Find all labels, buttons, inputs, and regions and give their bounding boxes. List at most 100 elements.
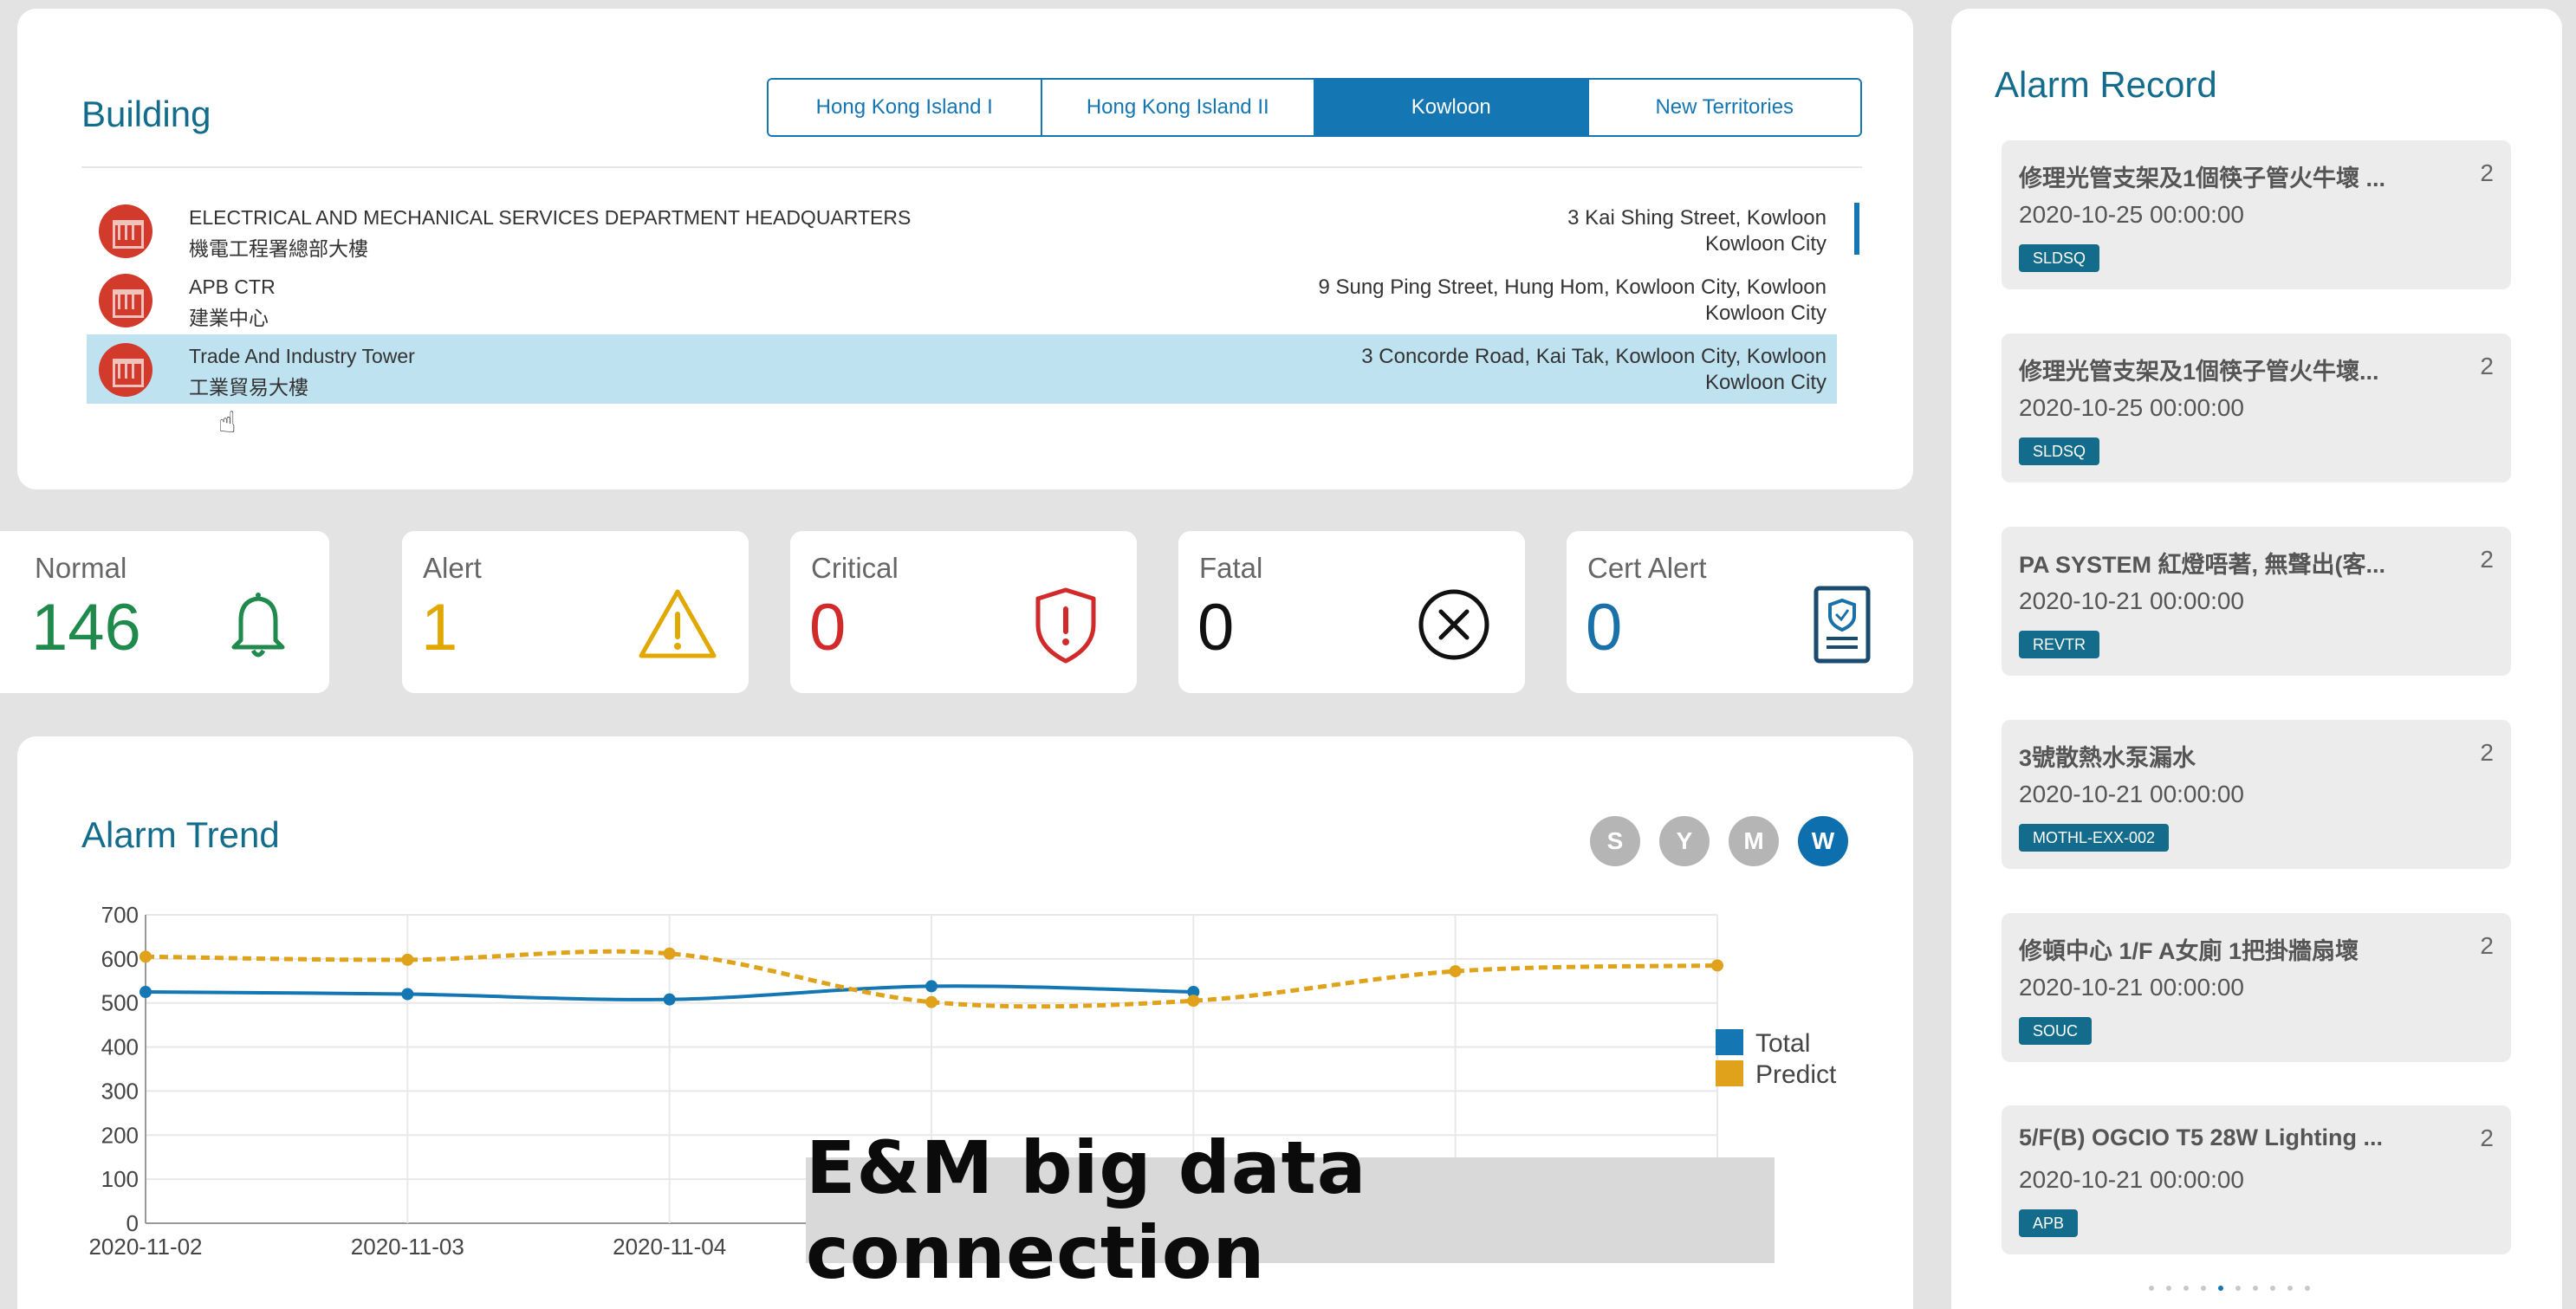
building-address: 9 Sung Ping Street, Hung Hom, Kowloon Ci… [1318, 275, 1827, 299]
alarm-item-tag: SLDSQ [2019, 437, 2100, 465]
shield-alert-icon [1022, 581, 1109, 668]
building-district: Kowloon City [1704, 371, 1827, 394]
alarm-item-tag: REVTR [2019, 631, 2100, 658]
alarm-item-count: 2 [2480, 739, 2494, 766]
alarm-item[interactable]: 修理光管支架及1個筷子管火牛壞... 2 2020-10-25 00:00:00… [2002, 334, 2511, 483]
pager-dot[interactable] [2253, 1286, 2258, 1291]
data-point-predict [925, 995, 938, 1008]
building-list: ELECTRICAL AND MECHANICAL SERVICES DEPAR… [87, 196, 1837, 404]
building-name-en: ELECTRICAL AND MECHANICAL SERVICES DEPAR… [189, 206, 912, 229]
alarm-item-count: 2 [2480, 353, 2494, 379]
stat-label: Cert Alert [1587, 552, 1707, 584]
building-row[interactable]: APB CTR 建業中心 9 Sung Ping Street, Hung Ho… [87, 265, 1837, 334]
alarm-item-time: 2020-10-21 00:00:00 [2019, 587, 2244, 614]
data-point-predict [663, 947, 676, 960]
tab-hong-kong-island-1[interactable]: Hong Kong Island I [769, 80, 1042, 135]
pager-dot[interactable] [2201, 1286, 2206, 1291]
period-button-m[interactable]: M [1729, 816, 1779, 866]
data-point-predict [140, 950, 152, 963]
pager-dot[interactable] [2270, 1286, 2275, 1291]
building-name-en: Trade And Industry Tower [189, 345, 415, 367]
pager-dot[interactable] [2183, 1286, 2189, 1291]
building-address: 3 Kai Shing Street, Kowloon [1567, 206, 1827, 230]
pager-dot[interactable] [2149, 1286, 2154, 1291]
stat-label: Critical [811, 552, 899, 584]
period-button-s[interactable]: S [1590, 816, 1640, 866]
y-tick-label: 500 [101, 990, 139, 1016]
stat-card-critical[interactable]: Critical 0 [790, 531, 1137, 693]
data-point-total [140, 986, 152, 998]
stat-value: 0 [809, 591, 847, 664]
pager-dot[interactable] [2166, 1286, 2171, 1291]
trend-title: Alarm Trend [81, 814, 280, 855]
data-point-predict [1449, 965, 1462, 978]
alarm-item-tag: APB [2019, 1209, 2079, 1237]
alarm-item-time: 2020-10-21 00:00:00 [2019, 974, 2244, 1001]
building-name-zh: 建業中心 [189, 307, 269, 329]
alarm-item[interactable]: PA SYSTEM 紅燈唔著, 無聲出(客... 2 2020-10-21 00… [2002, 527, 2511, 676]
alarm-item-count: 2 [2480, 1124, 2494, 1151]
building-address: 3 Concorde Road, Kai Tak, Kowloon City, … [1361, 345, 1827, 368]
building-district: Kowloon City [1704, 232, 1827, 256]
alarm-item-title: 修頓中心 1/F A女廁 1把掛牆扇壞 [2019, 938, 2359, 964]
building-row-selected[interactable]: Trade And Industry Tower 工業貿易大樓 3 Concor… [87, 334, 1837, 404]
building-row[interactable]: ELECTRICAL AND MECHANICAL SERVICES DEPAR… [87, 196, 1837, 265]
divider [81, 166, 1862, 168]
certificate-icon [1799, 581, 1885, 668]
y-tick-label: 300 [101, 1078, 139, 1104]
data-point-total [925, 980, 938, 993]
alarm-item-title: 修理光管支架及1個筷子管火牛壞 ... [2019, 165, 2386, 191]
pager-dot[interactable] [2235, 1286, 2241, 1291]
tab-kowloon[interactable]: Kowloon [1315, 80, 1589, 135]
tab-hong-kong-island-2[interactable]: Hong Kong Island II [1041, 80, 1315, 135]
alarm-item-title: 修理光管支架及1個筷子管火牛壞... [2019, 359, 2379, 385]
y-tick-label: 700 [101, 902, 139, 928]
alarm-item-count: 2 [2480, 159, 2494, 186]
x-tick-label: 2020-11-04 [613, 1234, 726, 1260]
y-tick-label: 200 [101, 1122, 139, 1148]
stat-card-cert-alert[interactable]: Cert Alert 0 [1567, 531, 1913, 693]
pager-dot[interactable] [2305, 1286, 2310, 1291]
pager-dot[interactable] [2287, 1286, 2293, 1291]
alarm-record-panel: Alarm Record 修理光管支架及1個筷子管火牛壞 ... 2 2020-… [1951, 9, 2562, 1309]
alarm-item-tag: SLDSQ [2019, 244, 2100, 272]
tab-new-territories[interactable]: New Territories [1588, 80, 1860, 135]
list-scrollbar[interactable] [1854, 203, 1859, 255]
period-buttons: S Y M W [1590, 816, 1848, 866]
legend-swatch-total [1716, 1029, 1743, 1055]
building-panel: Building Hong Kong Island I Hong Kong Is… [17, 9, 1913, 489]
alarm-item[interactable]: 修頓中心 1/F A女廁 1把掛牆扇壞 2 2020-10-21 00:00:0… [2002, 913, 2511, 1062]
period-button-y[interactable]: Y [1659, 816, 1710, 866]
warning-icon [634, 581, 721, 668]
data-point-total [401, 988, 414, 1001]
pager-dot-active[interactable] [2218, 1286, 2223, 1291]
period-button-w[interactable]: W [1798, 816, 1848, 866]
building-district: Kowloon City [1704, 301, 1827, 325]
alarm-item[interactable]: 3號散熱水泵漏水 2 2020-10-21 00:00:00 MOTHL-EXX… [2002, 720, 2511, 869]
x-tick-label: 2020-11-02 [88, 1234, 202, 1260]
stat-value: 146 [31, 591, 141, 664]
alarm-item-title: PA SYSTEM 紅燈唔著, 無聲出(客... [2019, 552, 2386, 578]
stat-label: Fatal [1199, 552, 1263, 584]
building-title: Building [81, 94, 211, 134]
alarm-item-title: 5/F(B) OGCIO T5 28W Lighting ... [2019, 1124, 2383, 1150]
bell-icon [215, 581, 302, 668]
stat-card-fatal[interactable]: Fatal 0 [1178, 531, 1525, 693]
y-tick-label: 100 [101, 1166, 139, 1192]
y-tick-label: 0 [127, 1210, 139, 1236]
alarm-item[interactable]: 5/F(B) OGCIO T5 28W Lighting ... 2 2020-… [2002, 1105, 2511, 1254]
legend-swatch-predict [1716, 1060, 1743, 1086]
stat-card-alert[interactable]: Alert 1 [402, 531, 749, 693]
building-icon [99, 343, 152, 397]
data-point-predict [1711, 959, 1723, 972]
region-tabs: Hong Kong Island I Hong Kong Island II K… [767, 78, 1862, 137]
stat-card-normal[interactable]: Normal 146 [0, 531, 329, 693]
alarm-item[interactable]: 修理光管支架及1個筷子管火牛壞 ... 2 2020-10-25 00:00:0… [2002, 140, 2511, 289]
alarm-item-count: 2 [2480, 546, 2494, 573]
stat-value: 1 [421, 591, 458, 664]
legend-label-total: Total [1755, 1029, 1810, 1058]
data-point-predict [1187, 995, 1200, 1008]
alarm-item-title: 3號散熱水泵漏水 [2019, 745, 2196, 771]
building-icon [99, 204, 152, 258]
stat-label: Normal [35, 552, 127, 584]
